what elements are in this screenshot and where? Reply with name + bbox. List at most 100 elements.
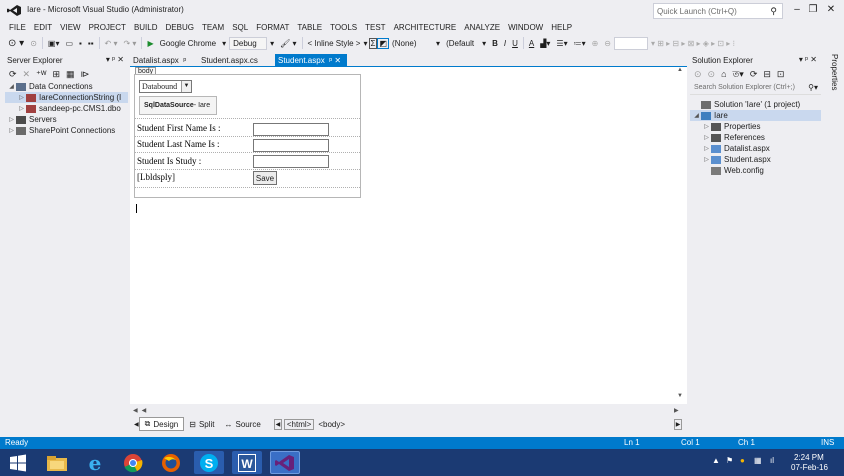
redo-icon[interactable]: ↷ ▾ [121, 39, 140, 48]
crumb-html[interactable]: <html> [283, 418, 315, 430]
undo-icon[interactable]: ↶ ▾ [102, 39, 121, 48]
maximize-button[interactable]: ❐ [806, 4, 820, 15]
expand-arrow-icon[interactable]: ▷ [17, 94, 26, 101]
sharepoint-icon[interactable]: ▦ [66, 69, 75, 80]
explorer-icon[interactable] [42, 451, 72, 474]
tree-item[interactable]: ▷ Servers [5, 114, 128, 125]
home-icon[interactable]: ⌂ [721, 69, 726, 79]
firefox-icon[interactable] [156, 451, 186, 474]
menu-tools[interactable]: TOOLS [326, 23, 361, 32]
show-all-files-icon[interactable]: ⊡ [777, 69, 785, 80]
properties-side-tab[interactable]: Properties [825, 54, 844, 94]
tray-expand-icon[interactable]: ▲ [712, 456, 720, 465]
start-icon[interactable]: ▶ [144, 39, 156, 48]
design-surface[interactable]: body Databound ▼ SqlDataSource - Iare St… [130, 67, 687, 404]
expand-arrow-icon[interactable]: ▷ [702, 134, 711, 141]
tree-item[interactable]: ▷ Properties [690, 121, 821, 132]
tree-item[interactable]: ▷ sandeep-pc.CMS1.dbo [5, 103, 128, 114]
chrome-icon[interactable] [118, 451, 148, 474]
datalist-container[interactable]: Databound ▼ SqlDataSource - Iare Student… [134, 74, 361, 198]
italic-button[interactable]: I [501, 39, 509, 48]
chevron-down-icon[interactable]: ▾ [479, 39, 489, 48]
split-view-button[interactable]: ⊟ Split [184, 417, 219, 431]
word-icon[interactable]: W [232, 451, 262, 474]
start-button[interactable] [3, 451, 33, 474]
menu-architecture[interactable]: ARCHITECTURE [390, 23, 461, 32]
bold-button[interactable]: B [489, 39, 501, 48]
forward-icon[interactable]: ⊙ [708, 69, 716, 80]
font-color-icon[interactable]: A [526, 39, 537, 48]
study-textbox[interactable] [253, 155, 329, 168]
menu-test[interactable]: TEST [361, 23, 389, 32]
menu-edit[interactable]: EDIT [30, 23, 56, 32]
tray-app-icon[interactable]: ● [740, 456, 745, 465]
scroll-down-icon[interactable]: ▼ [677, 393, 683, 399]
style-target-select[interactable]: < Inline Style > ▾ [304, 36, 369, 50]
save-button[interactable]: Save [253, 171, 277, 185]
refresh-icon[interactable]: ⟳ [750, 69, 758, 80]
crumb-body[interactable]: <body> [316, 419, 347, 430]
menu-team[interactable]: TEAM [198, 23, 228, 32]
menu-project[interactable]: PROJECT [85, 23, 130, 32]
menu-file[interactable]: FILE [5, 23, 30, 32]
panel-pin-close-icon[interactable]: ▾ ᵖ ✕ [106, 55, 124, 64]
filter-icon[interactable]: ⧐ [81, 69, 90, 80]
expand-arrow-icon[interactable]: ▷ [702, 145, 711, 152]
network-icon[interactable]: ▦ [754, 456, 762, 465]
stop-icon[interactable]: ✕ [23, 69, 31, 80]
tree-item[interactable]: Solution 'Iare' (1 project) [690, 99, 821, 110]
forward-icon[interactable]: ⊙ [27, 39, 40, 48]
solution-search-input[interactable]: Search Solution Explorer (Ctrl+;) ⚲▾ [690, 81, 821, 95]
expand-arrow-icon[interactable]: ▷ [702, 156, 711, 163]
connect-server-icon[interactable]: ⊞ [52, 69, 60, 80]
first-name-textbox[interactable] [253, 123, 329, 136]
zoom-out-icon[interactable]: ⊖ [601, 39, 614, 48]
open-icon[interactable]: ▭ [62, 39, 76, 48]
menu-format[interactable]: FORMAT [252, 23, 293, 32]
tree-item[interactable]: ◢ Iare [690, 110, 821, 121]
databound-dropdown[interactable]: Databound ▼ [139, 80, 192, 93]
visual-studio-icon[interactable] [270, 451, 300, 474]
highlight-icon[interactable]: ▟▾ [537, 39, 553, 48]
back-icon[interactable]: ⊙ [694, 69, 702, 80]
menu-table[interactable]: TABLE [293, 23, 326, 32]
panel-pin-close-icon[interactable]: ▾ ᵖ ✕ [799, 55, 817, 64]
menu-view[interactable]: VIEW [56, 23, 84, 32]
refresh-icon[interactable]: ⟳ [9, 69, 17, 80]
action-center-icon[interactable]: ⚑ [726, 456, 733, 465]
connect-database-icon[interactable]: ⁺ᵂ [36, 69, 46, 80]
font-select[interactable]: (Default [443, 36, 480, 50]
tree-item[interactable]: Web.config [690, 165, 821, 176]
scroll-up-icon[interactable]: ▲ [677, 67, 683, 73]
clock-time[interactable]: 2:24 PM [794, 453, 824, 462]
bullets-icon[interactable]: ≔▾ [571, 39, 589, 48]
tree-item[interactable]: ▷ Datalist.aspx [690, 143, 821, 154]
tree-item[interactable]: ◢ Data Connections [5, 81, 128, 92]
underline-button[interactable]: U [509, 39, 521, 48]
menu-sql[interactable]: SQL [228, 23, 252, 32]
expanded-arrow-icon[interactable]: ◢ [7, 83, 16, 90]
expand-arrow-icon[interactable]: ▷ [7, 116, 16, 123]
crumb-back-icon[interactable]: ◀ [273, 418, 282, 430]
menu-debug[interactable]: DEBUG [162, 23, 198, 32]
back-icon[interactable]: ⊙ ▾ [5, 38, 27, 49]
menu-window[interactable]: WINDOW [504, 23, 547, 32]
chevron-down-icon[interactable]: ▾ [219, 39, 229, 48]
tree-item[interactable]: ▷ IareConnectionString (I [5, 92, 128, 103]
expanded-arrow-icon[interactable]: ◢ [692, 112, 701, 119]
chevron-down-icon[interactable]: ▾ [267, 39, 277, 48]
class-icon[interactable]: Σ [368, 37, 378, 49]
format-icon[interactable]: 🖌 ▾ [277, 39, 299, 48]
vertical-scrollbar[interactable]: ▲ ▼ [675, 67, 687, 404]
expand-arrow-icon[interactable]: ▷ [702, 123, 711, 130]
horizontal-scrollbar[interactable]: ◀ ◀ ▶ [130, 404, 687, 416]
expand-arrow-icon[interactable]: ▷ [7, 127, 16, 134]
menu-build[interactable]: BUILD [130, 23, 162, 32]
css-class-select[interactable]: (None) [389, 36, 434, 50]
browser-select[interactable]: Google Chrome [157, 39, 219, 48]
tree-item[interactable]: ▷ References [690, 132, 821, 143]
chevron-down-icon[interactable]: ▼ [181, 81, 191, 92]
scroll-right-icon[interactable]: ▶ [674, 407, 679, 414]
clock-date[interactable]: 07-Feb-16 [791, 463, 828, 472]
align-icon[interactable]: ☰▾ [553, 39, 570, 48]
